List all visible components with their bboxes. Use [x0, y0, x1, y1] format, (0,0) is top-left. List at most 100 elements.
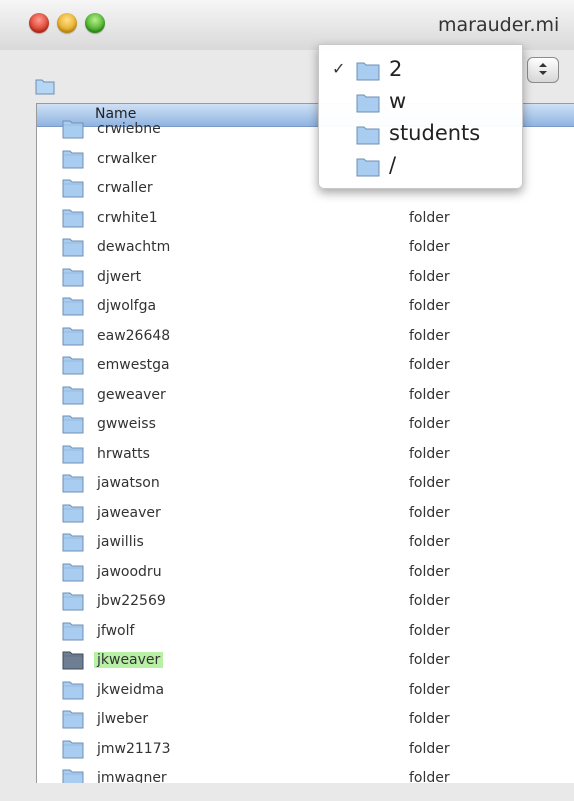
path-popup-button[interactable]: [527, 57, 559, 83]
folder-icon: [61, 708, 85, 734]
folder-icon: [61, 620, 85, 646]
folder-icon: [61, 148, 85, 174]
folder-icon: [61, 118, 85, 144]
item-name: jawatson: [97, 475, 160, 491]
list-item[interactable]: jmwagner folder: [37, 764, 574, 784]
path-menu-item[interactable]: students: [319, 117, 522, 149]
item-name: jfwolf: [97, 622, 135, 639]
item-kind: folder: [409, 357, 450, 373]
item-name: crwiebne: [97, 121, 161, 137]
folder-icon: [355, 156, 381, 182]
folder-icon: [61, 649, 85, 675]
item-kind: folder: [409, 416, 450, 432]
item-name: jmw21173: [97, 740, 171, 757]
checkmark-icon: ✓: [332, 59, 346, 78]
item-kind: folder: [409, 711, 450, 727]
folder-icon: [61, 177, 85, 203]
list-item[interactable]: jbw22569 folder: [37, 587, 574, 617]
path-menu-item[interactable]: ✓ 2: [319, 53, 522, 85]
item-name: geweaver: [97, 386, 166, 403]
list-item[interactable]: jkweidma folder: [37, 676, 574, 706]
item-name: emwestga: [97, 357, 170, 373]
item-name: jlweber: [97, 711, 149, 727]
stepper-arrows-icon: [538, 62, 548, 79]
item-kind: folder: [409, 563, 450, 580]
folder-icon: [61, 531, 85, 557]
list-item[interactable]: jaweaver folder: [37, 499, 574, 529]
folder-icon: [61, 472, 85, 498]
list-item[interactable]: jkweaver folder: [37, 646, 574, 676]
list-item[interactable]: jmw21173 folder: [37, 735, 574, 765]
item-name: eaw26648: [97, 327, 171, 344]
minimize-button[interactable]: [57, 13, 77, 33]
item-kind: folder: [409, 386, 450, 403]
list-item[interactable]: djwolfga folder: [37, 292, 574, 322]
item-name: gwweiss: [97, 416, 156, 432]
item-kind: folder: [409, 652, 450, 668]
folder-icon: [35, 77, 55, 99]
path-menu-item[interactable]: /: [319, 149, 522, 181]
folder-icon: [61, 443, 85, 469]
status-bar: [0, 783, 574, 801]
item-kind: folder: [409, 268, 450, 285]
folder-icon: [61, 561, 85, 587]
item-name: jaweaver: [97, 504, 161, 521]
item-kind: folder: [409, 298, 450, 314]
list-item[interactable]: jawillis folder: [37, 528, 574, 558]
finder-window: marauder.mi Name crwiebne crwalker crwalle…: [0, 0, 574, 801]
folder-icon: [61, 325, 85, 351]
list-item[interactable]: djwert folder: [37, 263, 574, 293]
zoom-button[interactable]: [85, 13, 105, 33]
item-name: hrwatts: [97, 445, 150, 462]
folder-icon: [355, 124, 381, 150]
list-item[interactable]: gwweiss folder: [37, 410, 574, 440]
folder-icon: [355, 92, 381, 118]
folder-icon: [61, 207, 85, 233]
window-title: marauder.mi: [438, 14, 560, 36]
folder-icon: [61, 590, 85, 616]
path-menu-item[interactable]: w: [319, 85, 522, 117]
path-menu-item-label: 2: [389, 57, 403, 81]
item-kind: folder: [409, 209, 450, 226]
list-item[interactable]: hrwatts folder: [37, 440, 574, 470]
item-name: jawillis: [97, 534, 144, 550]
file-list[interactable]: Name crwiebne crwalker crwaller crwhite1 fol…: [36, 103, 574, 785]
item-name: dewachtm: [97, 239, 171, 255]
item-kind: folder: [409, 504, 450, 521]
item-kind: folder: [409, 475, 450, 491]
item-name: crwalker: [97, 150, 157, 167]
list-item[interactable]: crwhite1 folder: [37, 204, 574, 234]
item-kind: folder: [409, 534, 450, 550]
folder-icon: [61, 679, 85, 705]
item-kind: folder: [409, 445, 450, 462]
item-kind: folder: [409, 681, 450, 698]
folder-icon: [61, 236, 85, 262]
folder-icon: [61, 502, 85, 528]
item-kind: folder: [409, 593, 450, 609]
folder-icon: [61, 413, 85, 439]
folder-icon: [61, 295, 85, 321]
list-item[interactable]: jawatson folder: [37, 469, 574, 499]
close-button[interactable]: [29, 13, 49, 33]
list-item[interactable]: dewachtm folder: [37, 233, 574, 263]
item-kind: folder: [409, 622, 450, 639]
folder-icon: [355, 60, 381, 86]
item-name: djwolfga: [97, 298, 157, 314]
item-kind: folder: [409, 239, 450, 255]
path-menu-item-label: w: [389, 89, 407, 113]
list-item[interactable]: eaw26648 folder: [37, 322, 574, 352]
list-item[interactable]: geweaver folder: [37, 381, 574, 411]
item-name: jawoodru: [97, 563, 162, 580]
folder-icon: [61, 384, 85, 410]
list-item[interactable]: jlweber folder: [37, 705, 574, 735]
list-item[interactable]: jawoodru folder: [37, 558, 574, 588]
item-name: djwert: [97, 268, 142, 285]
folder-icon: [61, 354, 85, 380]
path-menu-item-label: students: [389, 121, 481, 145]
list-item[interactable]: emwestga folder: [37, 351, 574, 381]
path-menu-item-label: /: [389, 153, 397, 177]
item-name: jbw22569: [97, 593, 166, 609]
path-menu: ✓ 2 w students /: [318, 44, 523, 189]
item-name: jkweaver: [94, 652, 164, 668]
list-item[interactable]: jfwolf folder: [37, 617, 574, 647]
